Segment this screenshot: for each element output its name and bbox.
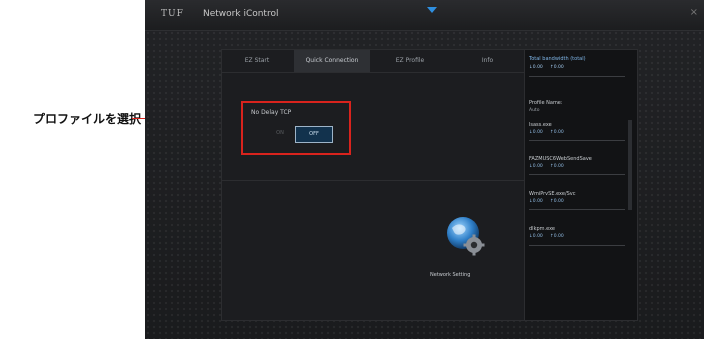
process-upload: ↑0.00 xyxy=(549,130,564,135)
title-bar: TUF Network iControl × xyxy=(145,0,704,31)
app-title: Network iControl xyxy=(203,9,279,19)
separator xyxy=(529,140,625,141)
callout-label: プロファイルを選択 xyxy=(33,112,142,126)
network-setting-globe-icon[interactable] xyxy=(444,214,486,256)
bandwidth-sidebar: Total bandwidth (total) ↓0.00 ↑0.00 Prof… xyxy=(524,49,638,321)
collapse-arrow-icon[interactable] xyxy=(427,7,437,13)
separator xyxy=(529,245,625,246)
total-bandwidth-values: ↓0.00 ↑0.00 xyxy=(529,65,564,70)
no-delay-on-button[interactable]: ON xyxy=(271,128,289,139)
tab-info[interactable]: Info xyxy=(450,50,525,72)
separator xyxy=(529,209,625,210)
process-list-scrollbar[interactable] xyxy=(628,120,632,210)
main-panel: EZ Start Quick Connection EZ Profile Inf… xyxy=(221,49,526,321)
section-divider xyxy=(222,180,525,181)
network-setting-label[interactable]: Network Setting xyxy=(430,272,470,278)
separator xyxy=(529,76,625,77)
profile-name-title: Profile Name: xyxy=(529,100,563,106)
process-download: ↓0.00 xyxy=(529,130,543,135)
process-upload: ↑0.00 xyxy=(549,199,564,204)
tab-quick-connection[interactable]: Quick Connection xyxy=(294,50,370,72)
total-download: ↓0.00 xyxy=(529,65,543,70)
tab-bar: EZ Start Quick Connection EZ Profile Inf… xyxy=(222,50,525,73)
process-name[interactable]: WmiPrvSE.exe/Svc xyxy=(529,191,576,197)
app-logo: TUF xyxy=(161,9,184,19)
separator xyxy=(529,174,625,175)
close-button[interactable]: × xyxy=(690,7,698,18)
process-name[interactable]: FAZMUSC6WebSendSave xyxy=(529,156,592,162)
profile-name-value: Auto xyxy=(529,108,540,113)
process-rate: ↓0.00 ↑0.00 xyxy=(529,164,564,169)
process-upload: ↑0.00 xyxy=(549,164,564,169)
network-icontrol-window: TUF Network iControl × EZ Start Quick Co… xyxy=(145,0,704,339)
tab-ez-start[interactable]: EZ Start xyxy=(222,50,292,72)
process-name[interactable]: dlkpm.exe xyxy=(529,226,555,232)
process-download: ↓0.00 xyxy=(529,164,543,169)
total-upload: ↑0.00 xyxy=(549,65,564,70)
total-bandwidth-title: Total bandwidth (total) xyxy=(529,56,586,62)
no-delay-off-button[interactable]: OFF xyxy=(295,126,333,143)
process-download: ↓0.00 xyxy=(529,234,543,239)
process-rate: ↓0.00 ↑0.00 xyxy=(529,130,564,135)
process-download: ↓0.00 xyxy=(529,199,543,204)
no-delay-tcp-title: No Delay TCP xyxy=(251,109,292,116)
process-rate: ↓0.00 ↑0.00 xyxy=(529,234,564,239)
process-upload: ↑0.00 xyxy=(549,234,564,239)
no-delay-tcp-box: No Delay TCP ON OFF xyxy=(241,101,351,155)
tab-ez-profile[interactable]: EZ Profile xyxy=(372,50,448,72)
process-name[interactable]: lsass.exe xyxy=(529,122,552,128)
process-rate: ↓0.00 ↑0.00 xyxy=(529,199,564,204)
